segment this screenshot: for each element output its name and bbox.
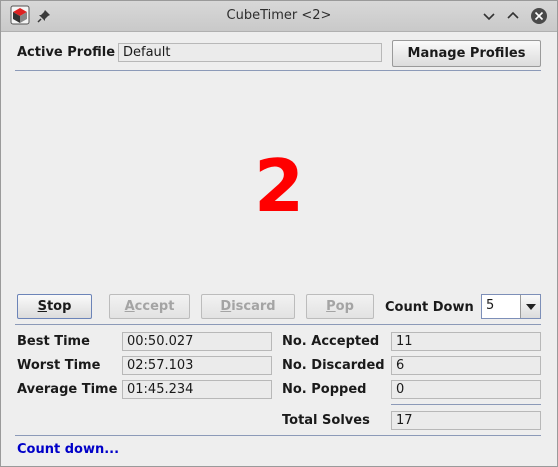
accept-button[interactable]: Accept (109, 294, 190, 319)
count-down-value: 5 (486, 298, 495, 313)
total-solves-label: Total Solves (282, 413, 370, 428)
pop-mnemonic: P (326, 299, 336, 314)
window-title: CubeTimer <2> (226, 8, 332, 23)
countdown-display: 2 (253, 144, 305, 228)
count-down-select[interactable]: 5 (481, 294, 541, 319)
chevron-down-icon[interactable] (480, 7, 498, 25)
status-text: Count down... (17, 442, 120, 457)
worst-time-field: 02:57.103 (122, 356, 272, 375)
separator-top (15, 70, 541, 71)
popped-count-label: No. Popped (282, 382, 367, 397)
chevron-up-icon[interactable] (504, 7, 522, 25)
discard-button[interactable]: Discard (201, 294, 295, 319)
close-icon[interactable] (530, 7, 548, 25)
discard-mnemonic: D (220, 299, 232, 314)
best-time-label: Best Time (17, 334, 90, 349)
stop-label: top (46, 299, 72, 314)
title-bar[interactable]: CubeTimer <2> (1, 1, 557, 32)
active-profile-field: Default (118, 43, 382, 62)
average-time-field: 01:45.234 (122, 380, 272, 399)
discarded-count-label: No. Discarded (282, 358, 385, 373)
dropdown-button[interactable] (520, 295, 540, 318)
chevron-down-icon (526, 304, 536, 310)
popped-count-field: 0 (391, 380, 541, 399)
total-solves-field: 17 (391, 411, 541, 430)
pop-button[interactable]: Pop (306, 294, 374, 319)
pop-label: op (335, 299, 354, 314)
discard-label: iscard (231, 299, 276, 314)
accepted-count-label: No. Accepted (282, 334, 380, 349)
discarded-count-field: 6 (391, 356, 541, 375)
worst-time-label: Worst Time (17, 358, 101, 373)
separator-bottom (15, 435, 541, 436)
separator-middle (15, 324, 541, 325)
average-time-label: Average Time (17, 382, 118, 397)
accept-mnemonic: A (124, 299, 135, 314)
active-profile-label: Active Profile (17, 45, 116, 60)
accepted-count-field: 11 (391, 332, 541, 351)
count-down-label: Count Down (385, 300, 474, 315)
best-time-field: 00:50.027 (122, 332, 272, 351)
total-separator (391, 404, 541, 405)
main-panel: Active Profile Default Manage Profiles 2… (5, 34, 553, 464)
stop-button[interactable]: Stop (17, 294, 92, 319)
manage-profiles-button[interactable]: Manage Profiles (392, 40, 541, 67)
app-window: CubeTimer <2> Active Profile Default Man… (0, 0, 558, 467)
stop-mnemonic: S (37, 299, 47, 314)
accept-label: ccept (134, 299, 175, 314)
